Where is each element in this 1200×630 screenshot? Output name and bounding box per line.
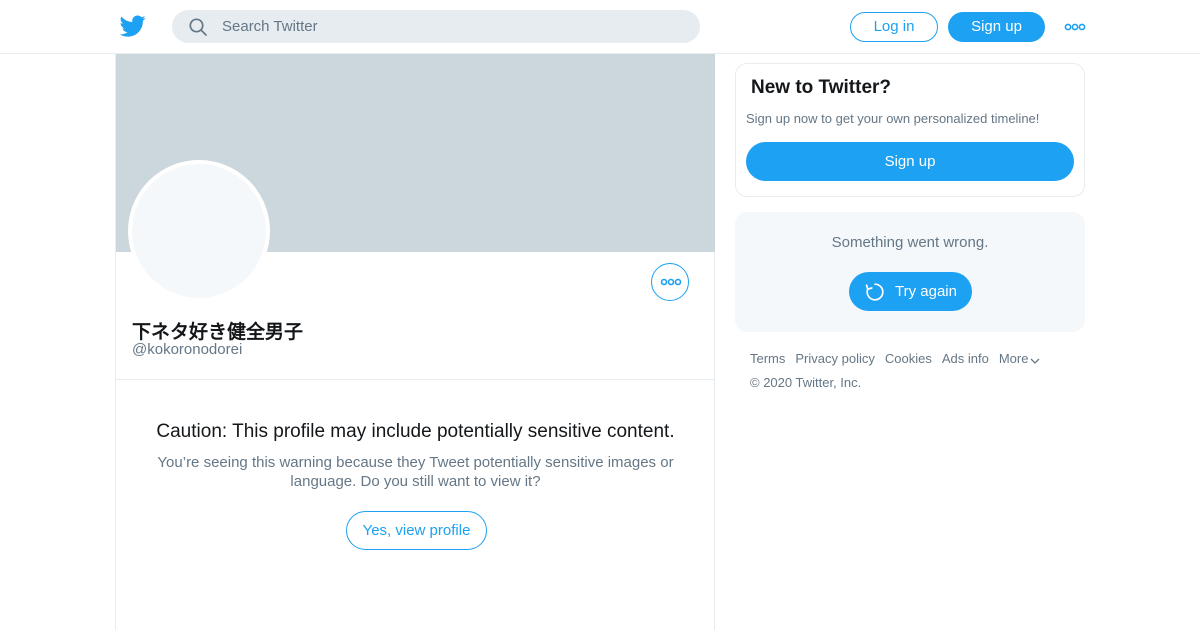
footer-links: Terms Privacy policy Cookies Ads info More — [750, 351, 1040, 366]
profile-column: 下ネタ好き健全男子 @kokoronodorei Caution: This p… — [115, 54, 715, 630]
footer-link-cookies[interactable]: Cookies — [885, 351, 932, 366]
divider — [116, 379, 715, 380]
error-card: Something went wrong. Try again — [735, 212, 1085, 332]
footer-link-ads-info[interactable]: Ads info — [942, 351, 989, 366]
signup-button[interactable]: Sign up — [948, 12, 1045, 42]
caution-message: You’re seeing this warning because they … — [157, 454, 674, 490]
search-box[interactable] — [172, 10, 700, 43]
caution-title: Caution: This profile may include potent… — [156, 421, 675, 442]
card-subtitle: Sign up now to get your own personalized… — [746, 111, 1040, 126]
card-title: New to Twitter? — [751, 77, 892, 98]
avatar[interactable] — [128, 160, 270, 302]
more-icon — [660, 278, 682, 286]
search-input[interactable] — [222, 10, 682, 43]
refresh-icon — [865, 283, 884, 301]
login-button[interactable]: Log in — [850, 12, 938, 42]
profile-handle: @kokoronodorei — [132, 341, 243, 358]
sidebar-signup-button[interactable]: Sign up — [746, 142, 1074, 181]
footer-more-label: More — [998, 351, 1029, 366]
more-icon[interactable] — [1064, 19, 1086, 35]
footer-link-terms[interactable]: Terms — [750, 351, 785, 366]
copyright: © 2020 Twitter, Inc. — [750, 375, 862, 390]
chevron-down-icon — [1030, 358, 1040, 364]
top-navigation-bar: Log in Sign up — [0, 0, 1200, 54]
profile-display-name: 下ネタ好き健全男子 — [132, 322, 304, 343]
footer-link-more[interactable]: More — [999, 351, 1041, 366]
search-icon — [189, 18, 207, 36]
new-to-twitter-card: New to Twitter? Sign up now to get your … — [735, 63, 1085, 197]
try-again-label: Try again — [895, 283, 957, 300]
try-again-button[interactable]: Try again — [849, 272, 972, 311]
footer-link-privacy[interactable]: Privacy policy — [795, 351, 874, 366]
twitter-bird-icon[interactable] — [119, 13, 147, 39]
error-message: Something went wrong. — [831, 234, 989, 251]
view-profile-button[interactable]: Yes, view profile — [346, 511, 487, 550]
profile-more-button[interactable] — [651, 263, 689, 301]
